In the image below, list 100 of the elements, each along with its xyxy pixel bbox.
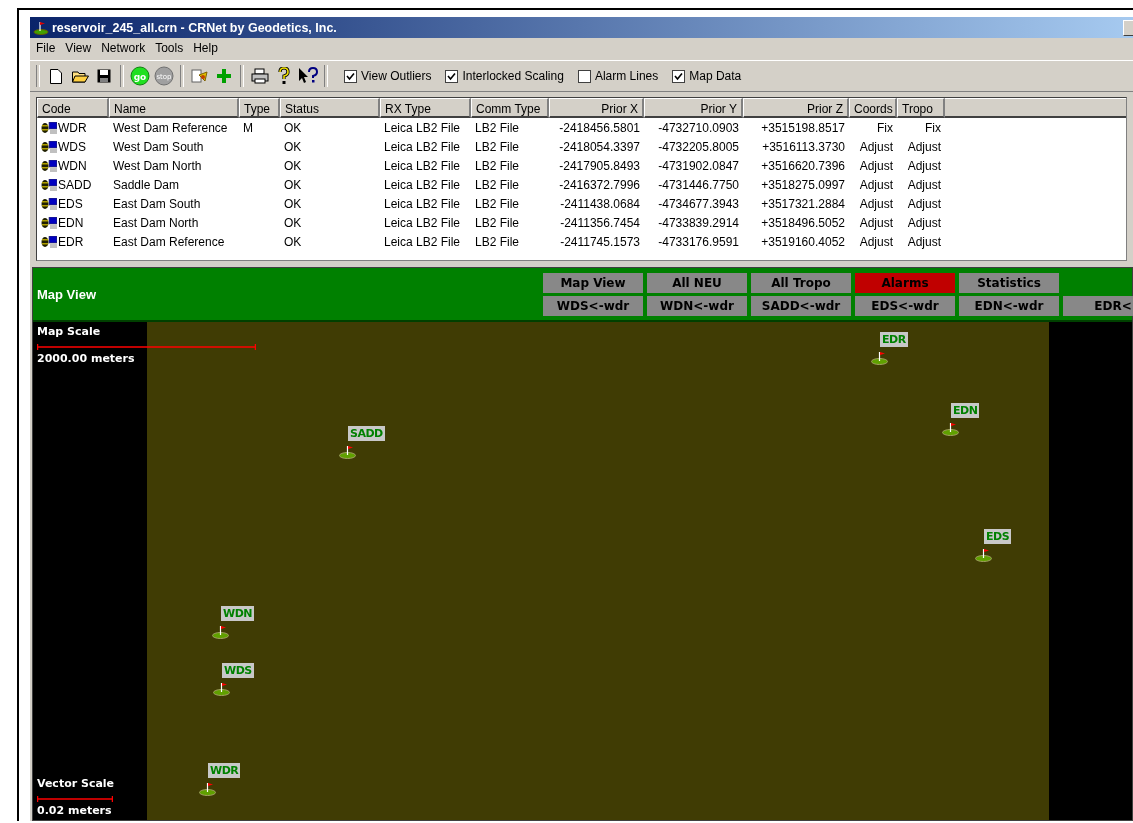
table-cell: -2411438.0684 — [560, 196, 640, 211]
view-button[interactable]: Statistics — [959, 272, 1059, 293]
vector-pair-button[interactable]: SADD<-wdr — [751, 295, 851, 316]
option-label[interactable]: Map Data — [689, 69, 742, 83]
vector-pair-button[interactable]: WDS<-wdr — [543, 295, 643, 316]
column-header[interactable]: Coords — [849, 98, 897, 118]
wizard-icon[interactable] — [190, 66, 210, 86]
table-cell: -2418054.3397 — [559, 139, 640, 154]
view-button[interactable]: All Tropo — [751, 272, 851, 293]
station-icon — [41, 121, 57, 134]
station-flag-icon[interactable] — [975, 548, 992, 562]
column-header[interactable]: Code — [37, 98, 109, 118]
table-cell: Adjust — [859, 234, 893, 249]
menu-item[interactable]: Network — [97, 41, 150, 55]
table-cell: Saddle Dam — [113, 177, 180, 192]
table-cell: -4731446.7750 — [658, 177, 739, 192]
vector-pair-button[interactable]: WDN<-wdr — [647, 295, 747, 316]
column-header[interactable]: RX Type — [380, 98, 471, 118]
table-cell: Leica LB2 File — [384, 196, 461, 211]
table-cell: +3516620.7396 — [761, 158, 845, 173]
option-label[interactable]: View Outliers — [361, 69, 432, 83]
table-cell: SADD — [58, 177, 92, 192]
table-cell: OK — [284, 139, 302, 154]
vector-pair-button[interactable]: EDN<-wdr — [959, 295, 1059, 316]
table-cell: Leica LB2 File — [384, 234, 461, 249]
vector-scale-text: 0.02 meters — [37, 804, 113, 817]
table-cell: Leica LB2 File — [384, 215, 461, 230]
table-cell: LB2 File — [475, 234, 520, 249]
view-button[interactable]: Map View — [543, 272, 643, 293]
column-header[interactable]: Tropo — [897, 98, 945, 118]
table-cell: +3518275.0997 — [761, 177, 845, 192]
column-header[interactable]: Type — [239, 98, 280, 118]
table-cell: -2411745.1573 — [560, 234, 640, 249]
table-cell: East Dam Reference — [113, 234, 225, 249]
table-cell: -2417905.8493 — [559, 158, 640, 173]
table-cell: OK — [284, 196, 302, 211]
table-cell: M — [243, 120, 253, 135]
table-cell: -4734677.3943 — [658, 196, 739, 211]
table-cell: WDR — [58, 120, 87, 135]
table-cell: Fix — [877, 120, 893, 135]
panel-title: Map View — [36, 286, 97, 302]
table-cell: Adjust — [907, 215, 941, 230]
menu-item[interactable]: Help — [189, 41, 222, 55]
table-cell: EDS — [58, 196, 83, 211]
option-checkbox[interactable] — [672, 69, 686, 83]
table-cell: OK — [284, 158, 302, 173]
table-cell: EDN — [58, 215, 84, 230]
table-cell: Adjust — [907, 177, 941, 192]
station-flag-icon[interactable] — [871, 351, 888, 365]
table-cell: Leica LB2 File — [384, 139, 461, 154]
option-label[interactable]: Interlocked Scaling — [462, 69, 564, 83]
table-cell: OK — [284, 234, 302, 249]
map-scale-title: Map Scale — [37, 325, 102, 338]
table-cell: Adjust — [907, 234, 941, 249]
table-cell: -4732710.0903 — [658, 120, 739, 135]
column-header[interactable]: Comm Type — [471, 98, 549, 118]
station-icon — [41, 197, 57, 210]
menu-item[interactable]: Tools — [151, 41, 188, 55]
table-cell: -4732205.8005 — [658, 139, 739, 154]
view-button[interactable]: All NEU — [647, 272, 747, 293]
station-icon — [41, 235, 57, 248]
vector-pair-button[interactable]: EDR< — [1063, 295, 1133, 316]
option-checkbox[interactable] — [344, 69, 357, 83]
station-flag-icon[interactable] — [212, 625, 229, 639]
table-cell: -4731902.0847 — [658, 158, 739, 173]
station-icon — [41, 140, 57, 153]
table-cell: EDR — [58, 234, 84, 249]
context-help-icon[interactable] — [298, 66, 318, 86]
menu-item[interactable]: View — [61, 41, 96, 55]
menu-item[interactable]: File — [32, 41, 60, 55]
table-cell: West Dam South — [113, 139, 204, 154]
column-header[interactable]: Name — [109, 98, 239, 118]
table-cell: Adjust — [907, 139, 941, 154]
vector-pair-button[interactable]: EDS<-wdr — [855, 295, 955, 316]
table-cell: -2411356.7454 — [560, 215, 640, 230]
station-flag-icon[interactable] — [199, 782, 216, 796]
option-checkbox[interactable] — [577, 69, 591, 83]
table-cell: +3518496.5052 — [761, 215, 845, 230]
station-flag-icon[interactable] — [213, 682, 230, 696]
table-cell: +3515198.8517 — [761, 120, 845, 135]
station-flag-icon[interactable] — [339, 445, 356, 459]
table-cell: West Dam North — [113, 158, 202, 173]
column-header[interactable]: Status — [280, 98, 380, 118]
option-checkbox[interactable] — [445, 69, 459, 83]
table-cell: LB2 File — [475, 120, 520, 135]
table-cell: Adjust — [907, 196, 941, 211]
table-cell: Adjust — [907, 158, 941, 173]
table-cell: Leica LB2 File — [384, 177, 461, 192]
column-header[interactable]: Prior Z — [743, 98, 849, 118]
table-cell: OK — [284, 177, 302, 192]
table-cell: LB2 File — [475, 177, 520, 192]
column-header[interactable]: Prior Y — [644, 98, 743, 118]
column-header[interactable]: Prior X — [549, 98, 644, 118]
app-flag-icon — [33, 20, 49, 35]
station-flag-icon[interactable] — [942, 422, 959, 436]
map-scale-text: 2000.00 meters — [37, 352, 136, 365]
table-cell: West Dam Reference — [113, 120, 228, 135]
print-icon[interactable] — [250, 66, 270, 86]
table-cell: LB2 File — [475, 215, 520, 230]
option-label[interactable]: Alarm Lines — [594, 69, 659, 83]
